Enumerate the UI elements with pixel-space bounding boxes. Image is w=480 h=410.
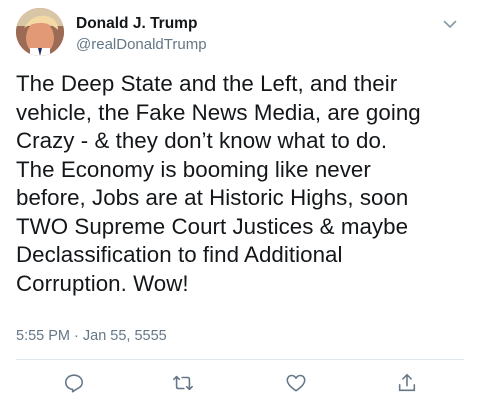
chevron-down-icon[interactable] xyxy=(442,16,458,32)
avatar[interactable] xyxy=(16,8,64,56)
user-handle[interactable]: @realDonaldTrump xyxy=(76,35,207,54)
share-icon xyxy=(398,373,416,392)
share-button[interactable] xyxy=(394,370,420,396)
retweet-button[interactable] xyxy=(170,370,196,396)
reply-icon xyxy=(64,374,84,393)
reply-button[interactable] xyxy=(61,370,87,396)
heart-icon xyxy=(286,374,306,392)
tweet-timestamp[interactable]: 5:55 PM · Jan 55, 5555 xyxy=(16,327,167,345)
user-names: Donald J. Trump @realDonaldTrump xyxy=(76,14,207,54)
tweet-card: Donald J. Trump @realDonaldTrump The Dee… xyxy=(0,0,480,410)
display-name[interactable]: Donald J. Trump xyxy=(76,14,207,33)
tweet-text: The Deep State and the Left, and their v… xyxy=(16,71,421,296)
action-bar xyxy=(0,370,480,400)
retweet-icon xyxy=(173,375,193,391)
like-button[interactable] xyxy=(283,370,309,396)
divider xyxy=(16,359,464,360)
